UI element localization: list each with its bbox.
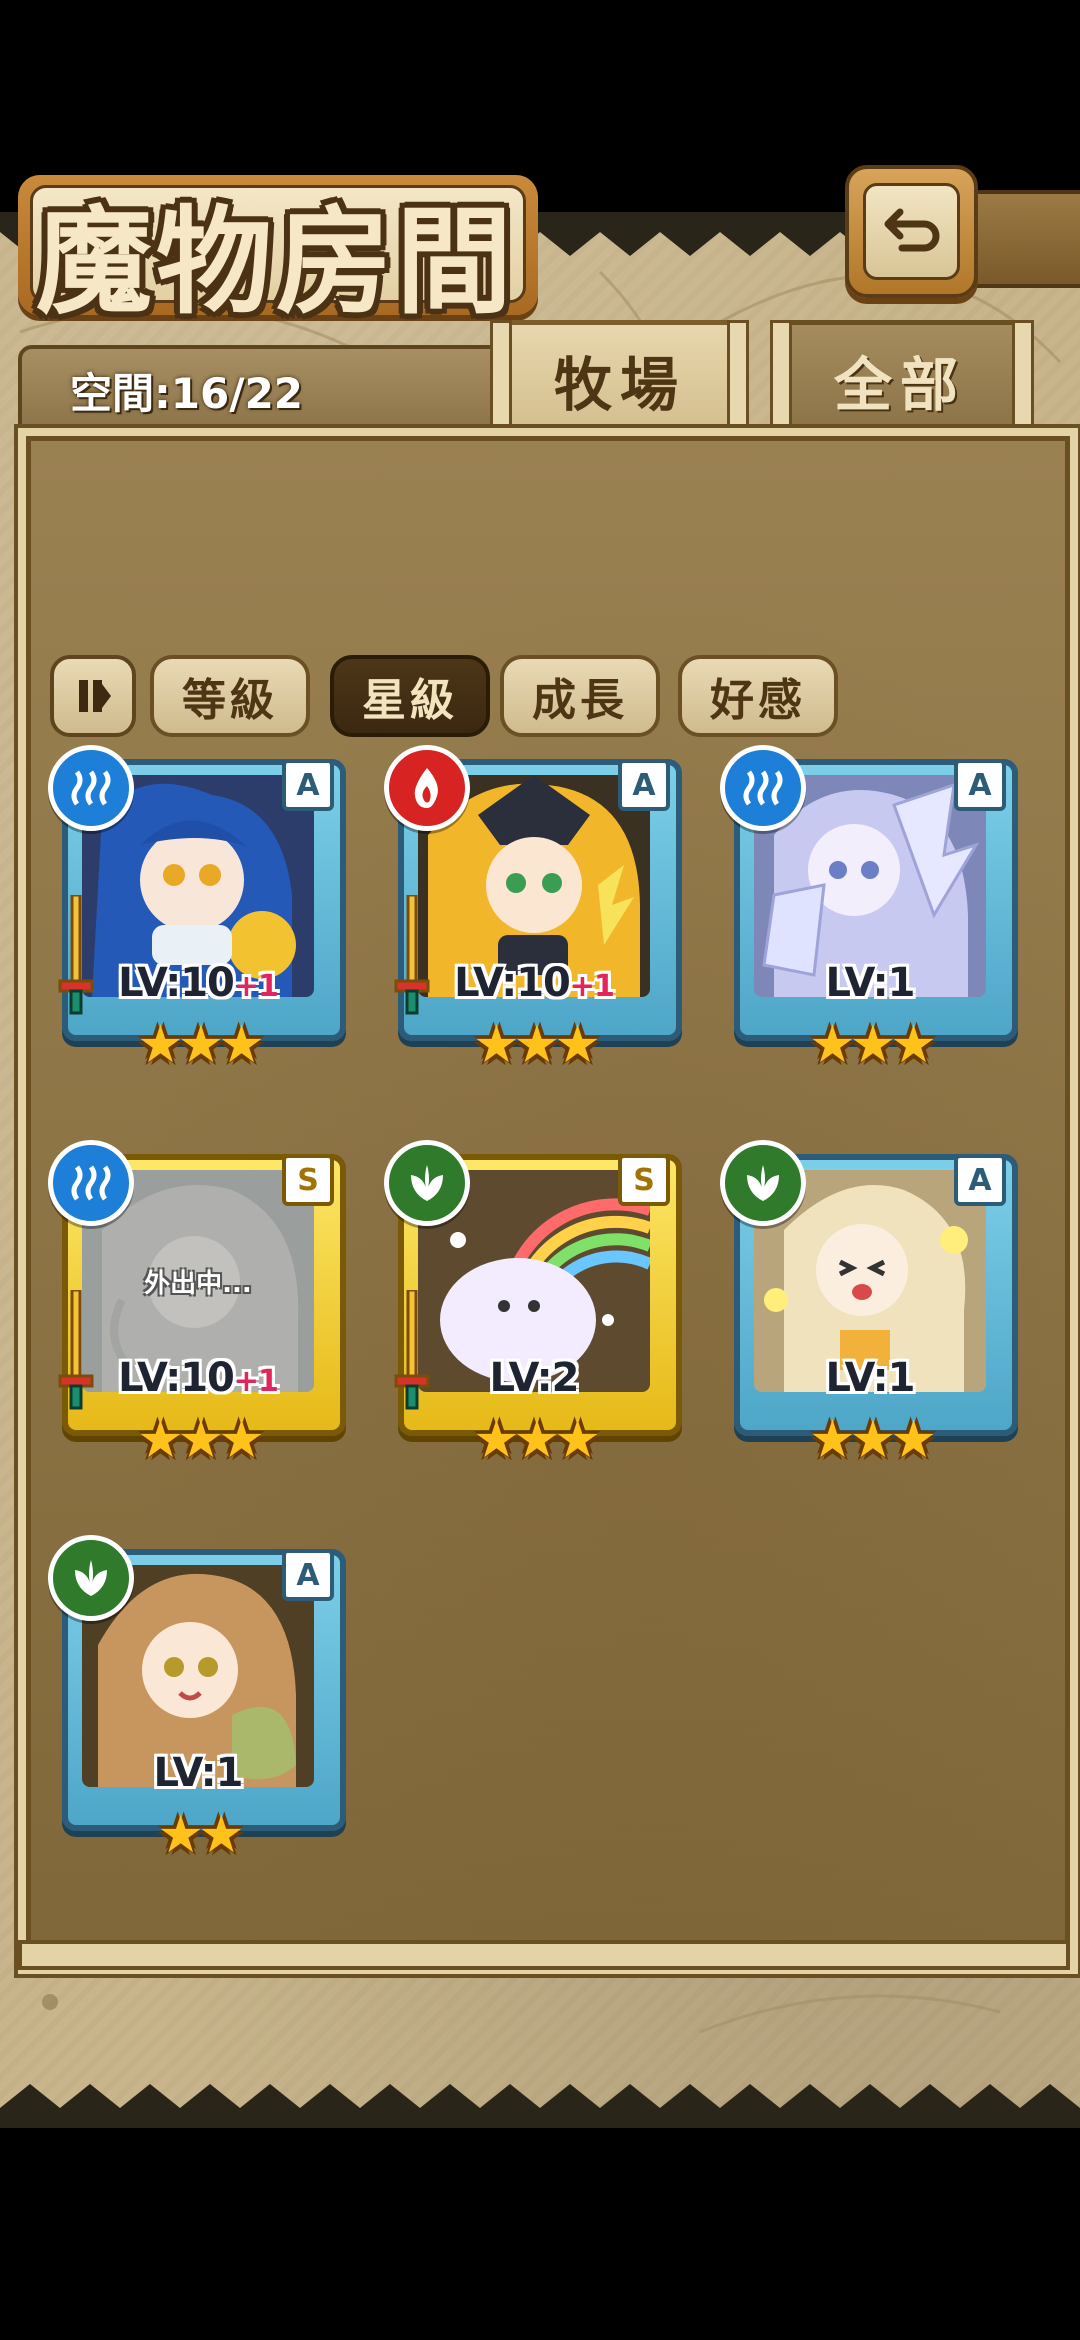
back-button[interactable] [845,165,978,298]
tab-post [727,320,749,436]
rank-badge: A [282,759,334,811]
water-element-icon [48,745,134,831]
tab-post [770,320,792,436]
star-rating: ★★★ [809,1410,937,1470]
level-text: LV:1 [825,960,916,1006]
monster-card[interactable]: 外出中... S LV:10+1 ★★★ [48,1140,348,1470]
water-element-icon [720,745,806,831]
level-text: LV:1 [825,1355,916,1401]
level-bonus: +1 [233,1364,279,1399]
monster-card[interactable]: A LV:1 ★★★ [720,745,1020,1075]
level-label: LV:2 [424,1355,644,1401]
tab-all[interactable]: 全部 [770,320,1030,435]
sort-by-affection-button[interactable]: 好感 [678,655,838,737]
rank-badge: A [282,1549,334,1601]
level-text: LV:10 [118,1355,235,1401]
star-rating: ★★★ [137,1015,265,1075]
level-text: LV:10 [118,960,235,1006]
level-label: LV:1 [760,960,980,1006]
level-bonus: +1 [233,969,279,1004]
tab-post [490,320,512,436]
level-text: LV:2 [489,1355,580,1401]
panel-rail-bottom [18,1940,1070,1970]
monster-card[interactable]: A LV:10+1 ★★★ [384,745,684,1075]
rank-badge: S [618,1154,670,1206]
sort-by-growth-button[interactable]: 成長 [500,655,660,737]
level-label: LV:10+1 [424,960,644,1006]
level-label: LV:1 [88,1750,308,1796]
rank-badge: A [954,1154,1006,1206]
level-label: LV:10+1 [88,1355,308,1401]
sort-order-toggle[interactable] [50,655,136,737]
monster-card[interactable]: A LV:1 ★★ [48,1535,348,1865]
rank-badge: A [954,759,1006,811]
level-text: LV:10 [454,960,571,1006]
fire-element-icon [384,745,470,831]
star-rating: ★★★ [473,1015,601,1075]
rank-badge: S [282,1154,334,1206]
star-rating: ★★★ [137,1410,265,1470]
capacity-text: 空間:16/22 [70,369,304,418]
star-rating: ★★ [157,1805,244,1865]
sort-by-level-button[interactable]: 等級 [150,655,310,737]
monster-card[interactable]: A LV:1 ★★★ [720,1140,1020,1470]
wood-element-icon [48,1535,134,1621]
star-rating: ★★★ [809,1015,937,1075]
tab-post [1012,320,1034,436]
back-button-rail [960,190,1080,288]
return-arrow-icon [884,208,939,251]
star-rating: ★★★ [473,1410,601,1470]
monster-card[interactable]: A LV:10+1 ★★★ [48,745,348,1075]
wood-element-icon [384,1140,470,1226]
level-text: LV:1 [153,1750,244,1796]
pause-sort-icon [79,680,111,712]
rank-badge: A [618,759,670,811]
water-element-icon [48,1140,134,1226]
level-label: LV:10+1 [88,960,308,1006]
monster-card[interactable]: S LV:2 ★★★ [384,1140,684,1470]
tab-ranch[interactable]: 牧場 [495,320,745,435]
sort-by-star-button[interactable]: 星級 [330,655,490,737]
page-title: 魔物房間 [36,195,516,330]
wood-element-icon [720,1140,806,1226]
level-bonus: +1 [569,969,615,1004]
level-label: LV:1 [760,1355,980,1401]
